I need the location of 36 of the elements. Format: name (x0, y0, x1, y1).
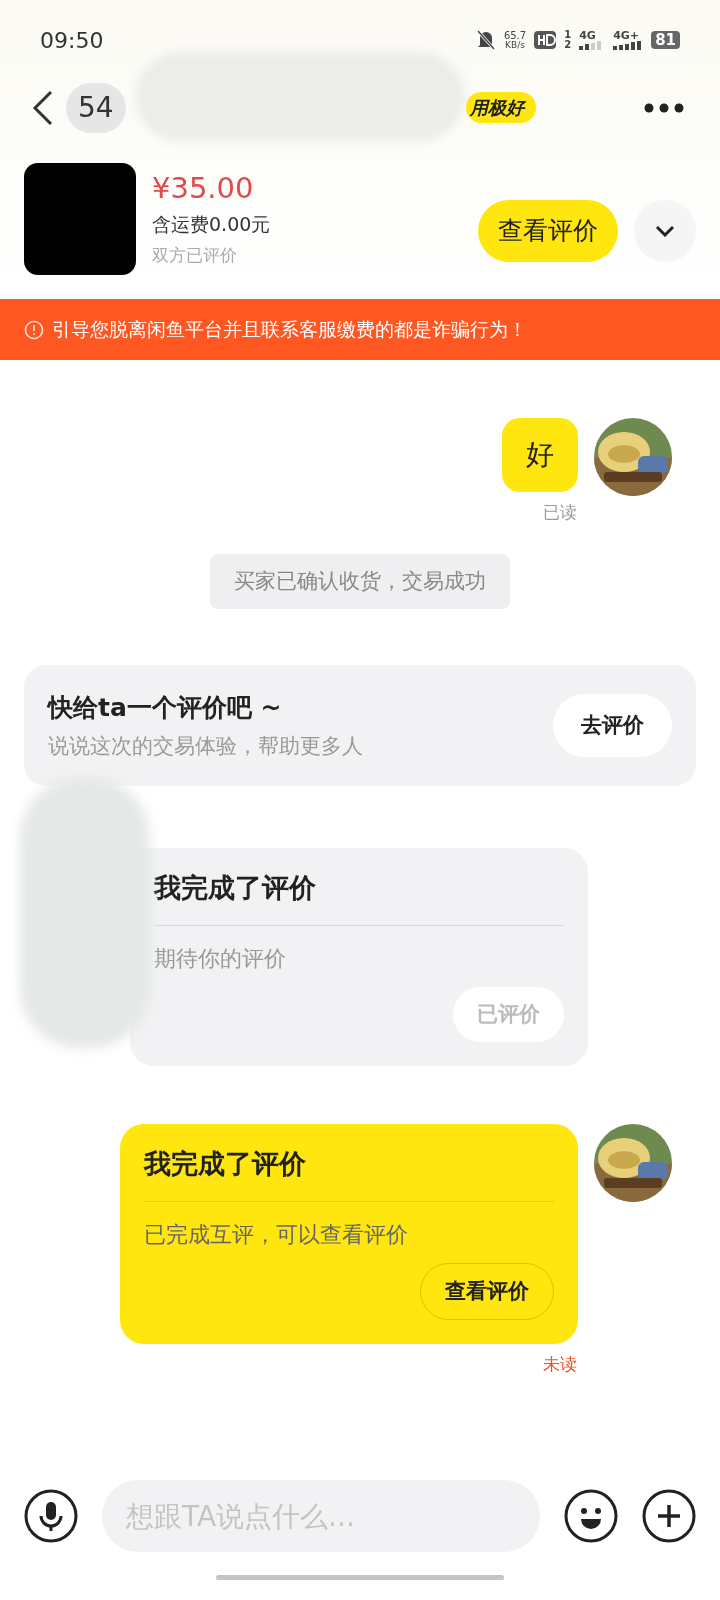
status-time: 09:50 (40, 26, 104, 55)
card-body: 已完成互评，可以查看评价 (144, 1220, 409, 1249)
review-status: 双方已评价 (152, 243, 238, 267)
alert-icon (24, 319, 44, 340)
bell-muted-icon (475, 29, 496, 51)
network-type: 4G+ (613, 30, 640, 41)
emoji-icon[interactable] (564, 1489, 618, 1543)
signal-icon (613, 41, 644, 50)
prompt-subtitle: 说说这次的交易体验，帮助更多人 (48, 732, 363, 760)
chevron-down-icon (655, 225, 675, 237)
system-notice: 买家已确认收货，交易成功 (210, 553, 510, 609)
battery-level: 81 (651, 31, 680, 49)
review-button[interactable]: 去评价 (553, 693, 672, 758)
unread-count[interactable]: 54 (66, 82, 126, 133)
sim-label: 1 (564, 30, 572, 40)
network-type: 4G (579, 30, 596, 41)
read-receipt: 未读 (543, 1354, 577, 1374)
net-speed: 65.7 (503, 30, 527, 41)
net-speed-unit: KB/s (505, 40, 525, 50)
view-review-button[interactable]: 查看评价 (478, 200, 618, 262)
card-body: 期待你的评价 (154, 944, 287, 973)
credit-badge: 用极好 (465, 92, 536, 123)
back-icon[interactable] (32, 89, 54, 126)
more-icon[interactable] (644, 102, 684, 113)
card-title: 我完成了评价 (144, 1144, 554, 1202)
prompt-title: 快给ta一个评价吧 ~ (48, 692, 283, 724)
sim-label: 2 (564, 40, 572, 50)
plus-icon[interactable] (642, 1489, 696, 1543)
product-price: ¥35.00 (152, 169, 255, 207)
microphone-icon[interactable] (24, 1489, 78, 1543)
card-title: 我完成了评价 (154, 868, 564, 926)
warning-text: 引导您脱离闲鱼平台并且联系客服缴费的都是诈骗行为！ (52, 317, 527, 343)
read-receipt: 已读 (543, 502, 577, 522)
hd-icon (534, 31, 557, 49)
message-bubble: 好 (502, 418, 578, 492)
shipping-note: 含运费0.00元 (152, 212, 272, 238)
